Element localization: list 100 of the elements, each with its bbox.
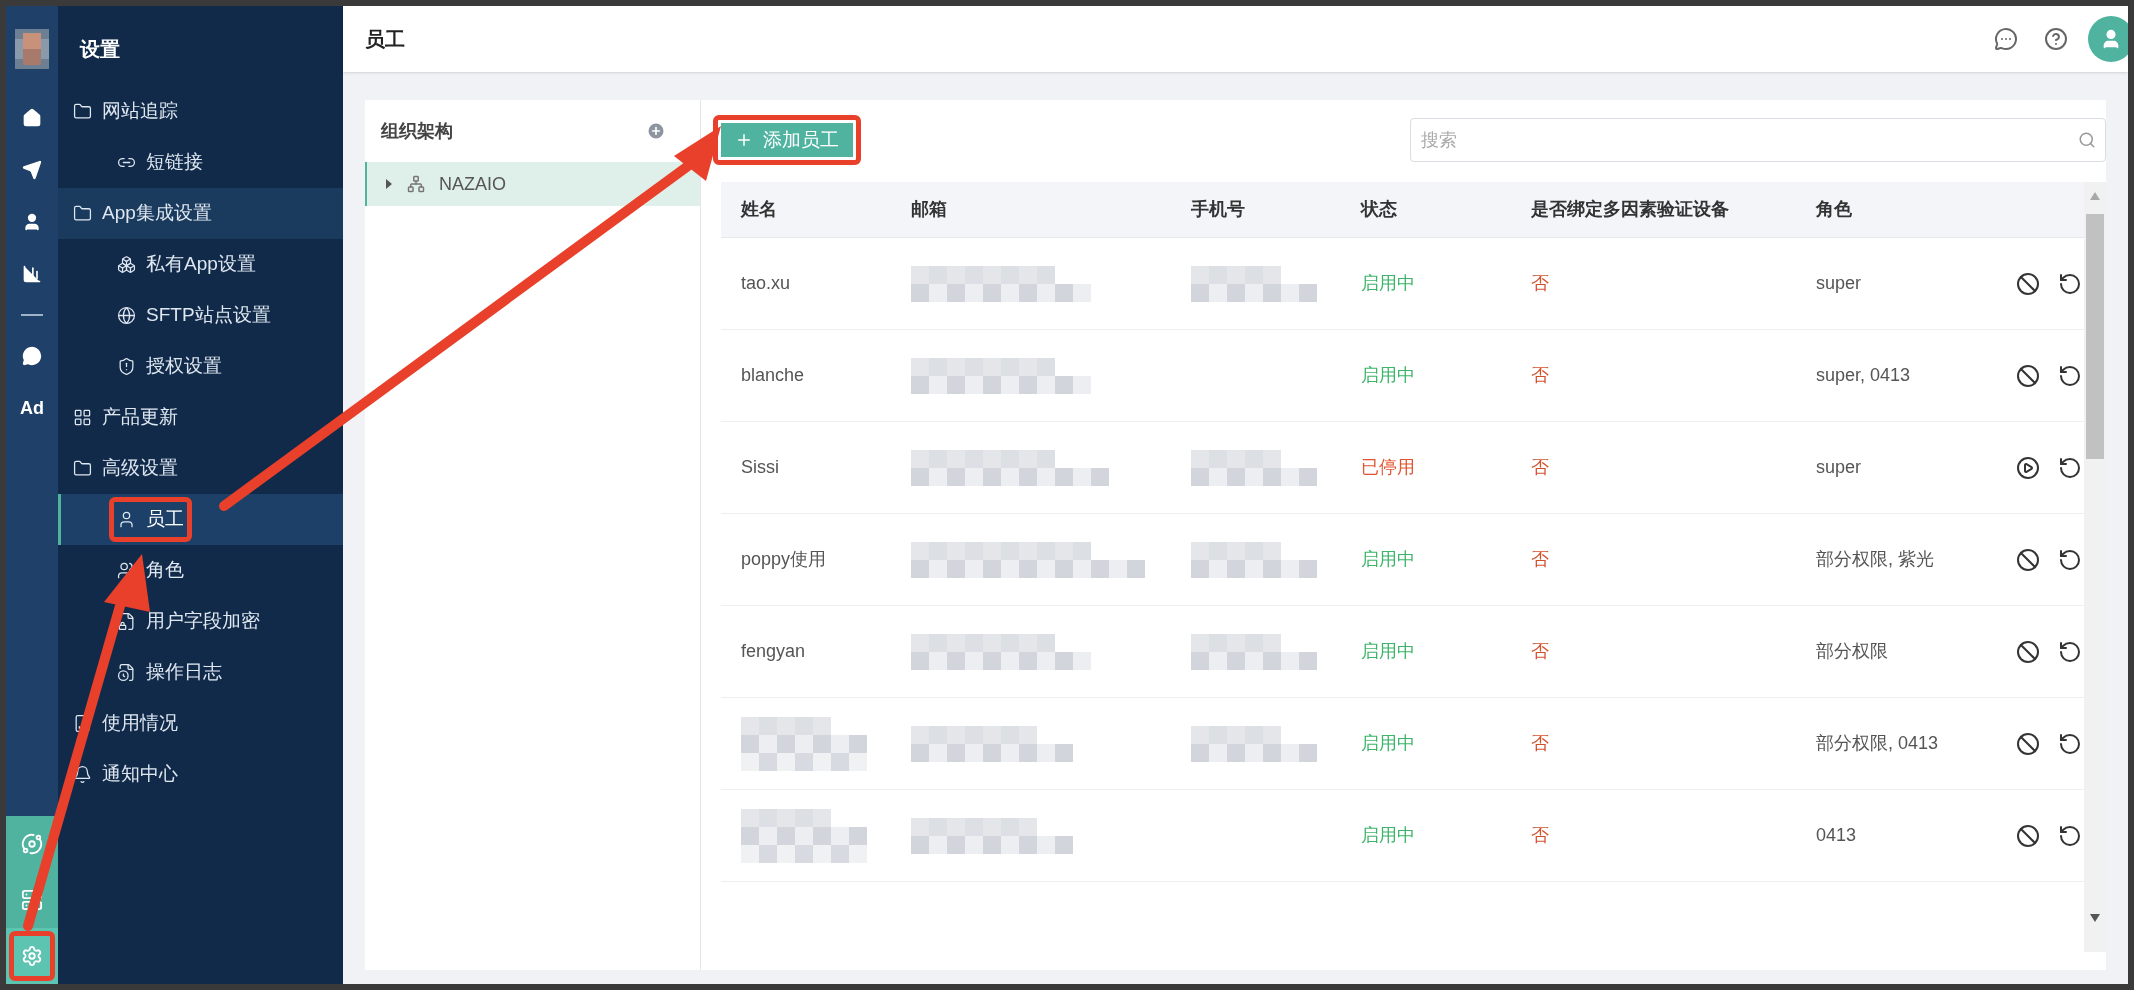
disable-icon[interactable]	[2016, 731, 2040, 756]
scroll-down-icon[interactable]	[2090, 914, 2100, 922]
reset-icon[interactable]	[2058, 271, 2082, 296]
rail-item[interactable]: Ad	[6, 382, 58, 434]
sidebar-item[interactable]: 产品更新	[58, 392, 343, 443]
column-header: 姓名	[739, 198, 778, 221]
sidebar-item[interactable]: 使用情况	[58, 698, 343, 749]
search-field[interactable]: 搜索	[1410, 118, 2106, 162]
column-header: 手机号	[1190, 198, 1246, 221]
sidebar-label: 短链接	[146, 150, 203, 175]
status-text: 启用中	[1361, 641, 1415, 661]
tree-node[interactable]: NAZAIO	[365, 162, 700, 206]
help-icon[interactable]	[2044, 27, 2068, 51]
table-cell: 否	[1531, 457, 1549, 477]
disable-icon[interactable]	[2016, 639, 2040, 664]
file-clock-icon	[117, 663, 136, 682]
sidebar-item[interactable]: 操作日志	[58, 647, 343, 698]
table-cell: poppy使用	[741, 549, 827, 569]
folder-icon	[73, 459, 92, 478]
add-icon[interactable]	[646, 121, 666, 141]
reset-icon[interactable]	[2058, 731, 2082, 756]
table-cell: 否	[1531, 273, 1549, 293]
chat-icon[interactable]	[1994, 27, 2018, 51]
table-cell: 否	[1531, 365, 1549, 385]
reset-icon[interactable]	[2058, 363, 2082, 388]
chat-icon	[22, 346, 42, 366]
disable-icon[interactable]	[2016, 547, 2040, 572]
table-cell: 部分权限, 紫光	[1816, 549, 1934, 569]
sidebar-item[interactable]: 高级设置	[58, 443, 343, 494]
folder-icon	[73, 204, 92, 223]
page-title: 员工	[365, 27, 405, 52]
search-icon[interactable]	[2078, 131, 2096, 149]
status-text: 启用中	[1361, 733, 1415, 753]
file-lock-icon	[117, 612, 136, 631]
caret-right-icon[interactable]	[385, 179, 393, 189]
home-icon	[22, 108, 42, 128]
sidebar-item[interactable]: SFTP站点设置	[58, 290, 343, 341]
sidebar-item[interactable]: 网站追踪	[58, 86, 343, 137]
reset-icon[interactable]	[2058, 547, 2082, 572]
disable-icon[interactable]	[2016, 823, 2040, 848]
user-icon	[22, 212, 42, 232]
sidebar-label: 授权设置	[146, 354, 222, 379]
scrollbar[interactable]	[2084, 182, 2106, 952]
sidebar-label: 网站追踪	[102, 99, 178, 124]
orbit-icon	[21, 833, 43, 855]
column-header: 邮箱	[910, 198, 948, 221]
sidebar-label: App集成设置	[102, 201, 212, 226]
status-text: 启用中	[1361, 549, 1415, 569]
bar-chart-icon	[22, 264, 42, 284]
table-cell: 部分权限	[1816, 641, 1888, 661]
column-header: 角色	[1815, 198, 1853, 221]
send-icon	[22, 160, 42, 180]
sidebar-label: 员工	[146, 507, 184, 532]
sidebar-title: 设置	[80, 37, 120, 62]
shield-icon	[117, 357, 136, 376]
table-cell: 否	[1531, 733, 1549, 753]
status-text: 启用中	[1361, 825, 1415, 845]
folder-icon	[73, 102, 92, 121]
hierarchy-icon	[407, 175, 425, 193]
sidebar-label: 角色	[146, 558, 184, 583]
server-icon	[21, 889, 43, 911]
table-cell: fengyan	[741, 641, 806, 661]
sidebar-item[interactable]: 私有App设置	[58, 239, 343, 290]
disable-icon[interactable]	[2016, 363, 2040, 388]
table-cell: 0413	[1816, 825, 1857, 845]
sidebar-item[interactable]: 授权设置	[58, 341, 343, 392]
table-cell: super	[1816, 457, 1862, 477]
sidebar-label: 操作日志	[146, 660, 222, 685]
sidebar-item[interactable]: 通知中心	[58, 749, 343, 800]
sidebar-item[interactable]: 用户字段加密	[58, 596, 343, 647]
plus-icon	[735, 131, 753, 149]
reset-icon[interactable]	[2058, 455, 2082, 480]
grid-icon	[73, 408, 92, 427]
sidebar-item[interactable]: 员工	[58, 494, 343, 545]
disable-icon[interactable]	[2016, 271, 2040, 296]
table-cell: 否	[1531, 825, 1549, 845]
sidebar-label: 通知中心	[102, 762, 178, 787]
column-header: 状态	[1359, 198, 1398, 221]
sidebar-label: 产品更新	[102, 405, 178, 430]
status-text: 启用中	[1361, 273, 1415, 293]
table-cell: super, 0413	[1816, 365, 1911, 385]
panel-title: 组织架构	[381, 119, 453, 143]
table-cell: super	[1816, 273, 1862, 293]
reset-icon[interactable]	[2058, 823, 2082, 848]
sidebar-label: 高级设置	[102, 456, 178, 481]
column-header: 是否绑定多因素验证设备	[1530, 198, 1730, 221]
sidebar-item[interactable]: 短链接	[58, 137, 343, 188]
sidebar-label: SFTP站点设置	[146, 303, 271, 328]
reset-icon[interactable]	[2058, 639, 2082, 664]
table-cell: blanche	[741, 365, 805, 385]
user-icon	[117, 510, 136, 529]
globe-icon	[117, 306, 136, 325]
sidebar-label: 私有App设置	[146, 252, 256, 277]
table-cell: 否	[1531, 641, 1549, 661]
table-cell: tao.xu	[741, 273, 791, 293]
status-text: 已停用	[1361, 457, 1415, 477]
sidebar-item[interactable]: App集成设置	[58, 188, 343, 239]
table-cell: 否	[1531, 549, 1549, 569]
play-icon[interactable]	[2016, 455, 2040, 480]
sidebar-label: 用户字段加密	[146, 609, 260, 634]
